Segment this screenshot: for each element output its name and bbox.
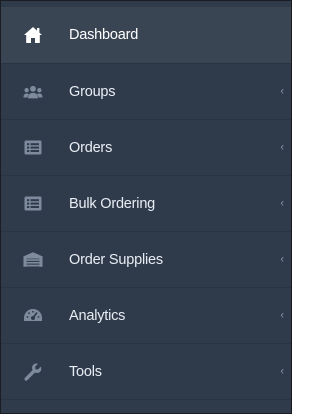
sidebar-item-label: Analytics <box>69 307 126 324</box>
sidebar-item-label: Tools <box>69 363 102 380</box>
chevron-left-icon: ‹ <box>280 309 284 321</box>
list-icon <box>23 138 43 158</box>
sidebar-menu: Dashboard Groups ‹ Orders ‹ Bulk Orderin… <box>1 1 291 413</box>
sidebar-item-order-supplies[interactable]: Order Supplies ‹ <box>1 232 291 288</box>
gauge-icon <box>23 306 43 326</box>
list-icon <box>23 194 43 214</box>
chevron-left-icon: ‹ <box>280 365 284 377</box>
sidebar-item-label: Dashboard <box>69 27 139 43</box>
sidebar-item-label: Orders <box>69 139 113 156</box>
sidebar-item-bulk-ordering[interactable]: Bulk Ordering ‹ <box>1 176 291 232</box>
chevron-left-icon: ‹ <box>280 141 284 153</box>
warehouse-icon <box>23 250 43 270</box>
sidebar-item-label: Groups <box>69 83 116 100</box>
sidebar-item-orders[interactable]: Orders ‹ <box>1 120 291 176</box>
chevron-left-icon: ‹ <box>280 253 284 265</box>
sidebar-frame: Dashboard Groups ‹ Orders ‹ Bulk Orderin… <box>0 0 292 414</box>
home-icon <box>23 25 43 45</box>
wrench-icon <box>23 362 43 382</box>
sidebar-item-label: Bulk Ordering <box>69 195 156 212</box>
sidebar-item-groups[interactable]: Groups ‹ <box>1 64 291 120</box>
sidebar-item-tools[interactable]: Tools ‹ <box>1 344 291 400</box>
sidebar-item-label: Order Supplies <box>69 251 163 268</box>
sidebar-item-dashboard[interactable]: Dashboard <box>1 7 291 64</box>
chevron-left-icon: ‹ <box>280 197 284 209</box>
users-icon <box>23 82 43 102</box>
chevron-left-icon: ‹ <box>280 85 284 97</box>
sidebar-item-analytics[interactable]: Analytics ‹ <box>1 288 291 344</box>
